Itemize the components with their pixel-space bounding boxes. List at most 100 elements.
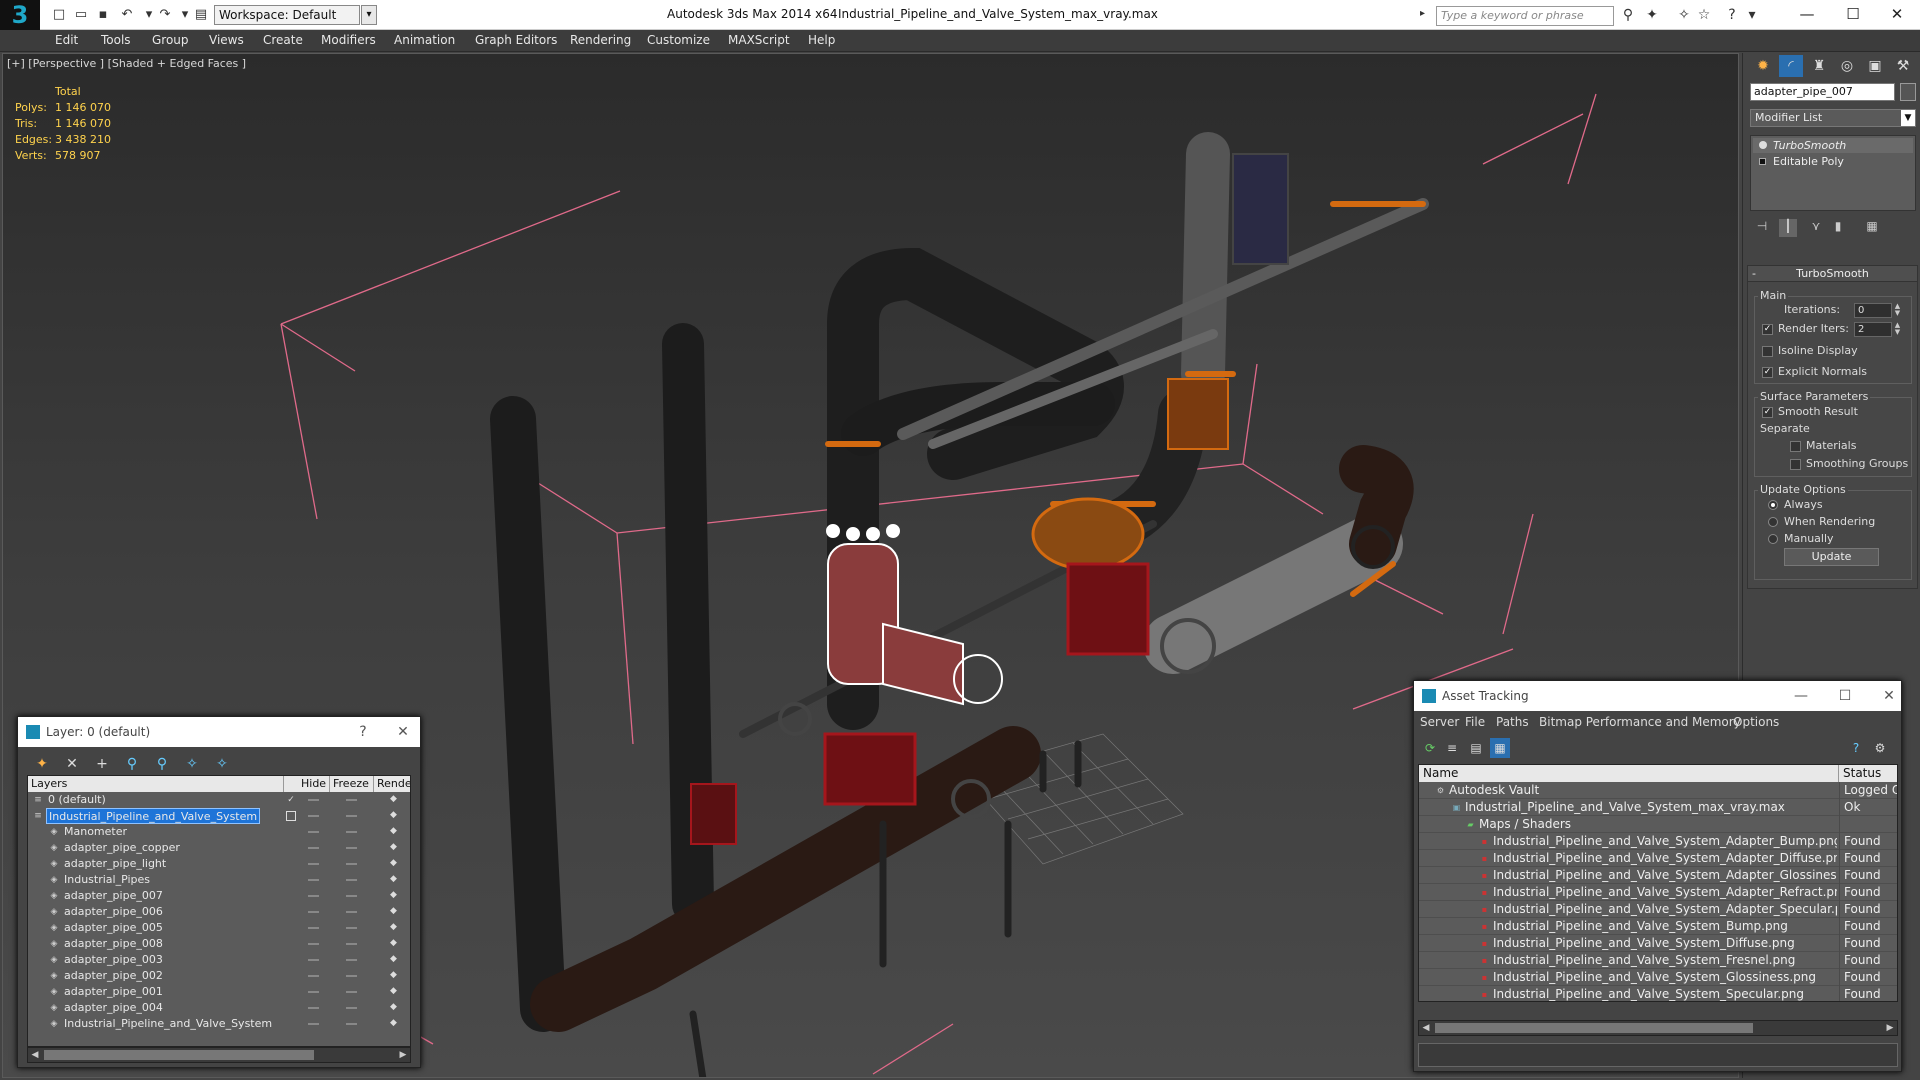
asset-name[interactable]: Industrial_Pipeline_and_Valve_System_Ada…: [1493, 901, 1837, 918]
menu-graph-editors[interactable]: Graph Editors: [475, 33, 557, 47]
hide-toggle[interactable]: [308, 991, 319, 993]
render-teapot-icon[interactable]: ◆: [388, 954, 399, 965]
freeze-toggle[interactable]: [346, 815, 357, 817]
render-teapot-icon[interactable]: ◆: [388, 938, 399, 949]
asset-name[interactable]: Industrial_Pipeline_and_Valve_System_Ada…: [1493, 833, 1837, 850]
create-tab-icon[interactable]: ✹: [1751, 55, 1775, 77]
pin-stack-icon[interactable]: ⊣: [1753, 219, 1771, 237]
layer-name[interactable]: adapter_pipe_004: [62, 1000, 165, 1016]
asset-row[interactable]: ▣ Industrial_Pipeline_and_Valve_System_ma…: [1419, 799, 1897, 816]
render-teapot-icon[interactable]: ◆: [388, 890, 399, 901]
list-view-icon[interactable]: ≡: [1442, 738, 1462, 758]
asset-name[interactable]: Autodesk Vault: [1449, 782, 1837, 799]
close-icon[interactable]: ✕: [1874, 681, 1904, 711]
materials-checkbox[interactable]: [1790, 441, 1801, 452]
asset-name[interactable]: Industrial_Pipeline_and_Valve_System_Ada…: [1493, 850, 1837, 867]
asset-row[interactable]: ▪ Industrial_Pipeline_and_Valve_System_Sp…: [1419, 986, 1897, 1001]
layer-name[interactable]: adapter_pipe_001: [62, 984, 165, 1000]
hide-toggle[interactable]: [308, 959, 319, 961]
viewport-label[interactable]: [+] [Perspective ] [Shaded + Edged Faces…: [7, 57, 246, 70]
stack-item-turbosmooth[interactable]: TurboSmooth: [1753, 138, 1913, 153]
render-teapot-icon[interactable]: ◆: [388, 970, 399, 981]
layer-name[interactable]: Industrial_Pipeline_and_Valve_System: [46, 808, 261, 824]
layer-row[interactable]: ◈ adapter_pipe_008 ◆: [28, 936, 410, 952]
freeze-toggle[interactable]: [346, 943, 357, 945]
render-teapot-icon[interactable]: ◆: [388, 810, 399, 821]
hide-toggle[interactable]: [308, 799, 319, 801]
asset-row[interactable]: ▪ Industrial_Pipeline_and_Valve_System_Ad…: [1419, 833, 1897, 850]
col-render[interactable]: Rende: [374, 776, 410, 792]
menu-views[interactable]: Views: [209, 33, 244, 47]
hide-toggle[interactable]: [308, 847, 319, 849]
asset-row[interactable]: ▪ Industrial_Pipeline_and_Valve_System_Fr…: [1419, 952, 1897, 969]
menu-group[interactable]: Group: [152, 33, 189, 47]
col-status[interactable]: Status: [1839, 765, 1897, 782]
close-icon[interactable]: ✕: [388, 717, 418, 747]
hide-toggle[interactable]: [308, 831, 319, 833]
menu-tools[interactable]: Tools: [101, 33, 131, 47]
close-icon[interactable]: ✕: [1874, 2, 1920, 26]
render-teapot-icon[interactable]: ◆: [388, 986, 399, 997]
freeze-all-icon[interactable]: ✧: [212, 754, 232, 774]
new-file-icon[interactable]: □: [50, 6, 68, 24]
scroll-right-icon[interactable]: ▶: [396, 1048, 410, 1062]
layer-row[interactable]: ◈ Industrial_Pipes ◆: [28, 872, 410, 888]
menu-edit[interactable]: Edit: [55, 33, 78, 47]
menu-modifiers[interactable]: Modifiers: [321, 33, 376, 47]
menu-rendering[interactable]: Rendering: [570, 33, 631, 47]
layer-name[interactable]: Industrial_Pipes: [62, 872, 152, 888]
red-valve-housing[interactable]: [1066, 562, 1150, 656]
object-name-field[interactable]: adapter_pipe_007: [1750, 83, 1895, 101]
help-dropdown-icon[interactable]: ▾: [1742, 6, 1762, 24]
asset-menu-bitmap[interactable]: Bitmap Performance and Memory: [1539, 715, 1741, 729]
layer-name[interactable]: adapter_pipe_006: [62, 904, 165, 920]
layer-row[interactable]: ◈ adapter_pipe_002 ◆: [28, 968, 410, 984]
scroll-thumb[interactable]: [44, 1050, 314, 1060]
redo-icon[interactable]: ↷: [156, 6, 174, 24]
asset-row[interactable]: ▪ Industrial_Pipeline_and_Valve_System_Bu…: [1419, 918, 1897, 935]
filter-pipe[interactable]: [1143, 514, 1403, 674]
main-bottom-pipe[interactable]: [530, 726, 1041, 1032]
favorites-star-icon[interactable]: ☆: [1694, 6, 1714, 24]
asset-menu-file[interactable]: File: [1465, 715, 1485, 729]
hide-toggle[interactable]: [308, 1007, 319, 1009]
modifier-list-dropdown[interactable]: Modifier List ▼: [1750, 109, 1916, 127]
layer-row[interactable]: ◈ adapter_pipe_001 ◆: [28, 984, 410, 1000]
layer-row[interactable]: ◈ adapter_pipe_006 ◆: [28, 904, 410, 920]
blue-panel[interactable]: [1232, 153, 1289, 265]
maximize-icon[interactable]: ☐: [1830, 2, 1876, 26]
render-iters-spinner[interactable]: 2: [1854, 322, 1892, 337]
freeze-toggle[interactable]: [346, 863, 357, 865]
help-icon[interactable]: ?: [1722, 6, 1742, 24]
minimize-icon[interactable]: —: [1784, 2, 1830, 26]
hide-toggle[interactable]: [308, 879, 319, 881]
settings-icon[interactable]: ⚙: [1870, 738, 1890, 758]
layer-name[interactable]: adapter_pipe_002: [62, 968, 165, 984]
render-teapot-icon[interactable]: ◆: [388, 826, 399, 837]
chevron-down-icon[interactable]: ▼: [1901, 110, 1915, 126]
asset-name[interactable]: Industrial_Pipeline_and_Valve_System_Glo…: [1493, 969, 1837, 986]
layer-row[interactable]: ◈ adapter_pipe_copper ◆: [28, 840, 410, 856]
hide-toggle[interactable]: [308, 927, 319, 929]
layer-row[interactable]: ◈ adapter_pipe_003 ◆: [28, 952, 410, 968]
menu-help[interactable]: Help: [808, 33, 835, 47]
freeze-toggle[interactable]: [346, 879, 357, 881]
layer-row[interactable]: ◈ adapter_pipe_004 ◆: [28, 1000, 410, 1016]
explicit-normals-checkbox[interactable]: ✓: [1762, 367, 1773, 378]
display-tab-icon[interactable]: ▣: [1863, 55, 1887, 77]
hide-toggle[interactable]: [308, 1023, 319, 1025]
render-teapot-icon[interactable]: ◆: [388, 842, 399, 853]
render-teapot-icon[interactable]: ◆: [388, 1002, 399, 1013]
binoculars-icon[interactable]: ⚲: [1618, 6, 1638, 24]
render-teapot-icon[interactable]: ◆: [388, 922, 399, 933]
layer-dialog-titlebar[interactable]: Layer: 0 (default) ? ✕: [18, 717, 420, 747]
rollout-header[interactable]: - TurboSmooth: [1748, 266, 1917, 282]
delete-layer-icon[interactable]: ✕: [62, 754, 82, 774]
asset-row[interactable]: ▪ Industrial_Pipeline_and_Valve_System_Ad…: [1419, 850, 1897, 867]
remove-modifier-icon[interactable]: ▮: [1829, 219, 1847, 237]
always-radio[interactable]: [1768, 500, 1778, 510]
table-view-icon[interactable]: ▦: [1490, 738, 1510, 758]
freeze-toggle[interactable]: [346, 927, 357, 929]
asset-name[interactable]: Industrial_Pipeline_and_Valve_System_Bum…: [1493, 918, 1837, 935]
stack-item-editable-poly[interactable]: Editable Poly: [1753, 154, 1913, 169]
